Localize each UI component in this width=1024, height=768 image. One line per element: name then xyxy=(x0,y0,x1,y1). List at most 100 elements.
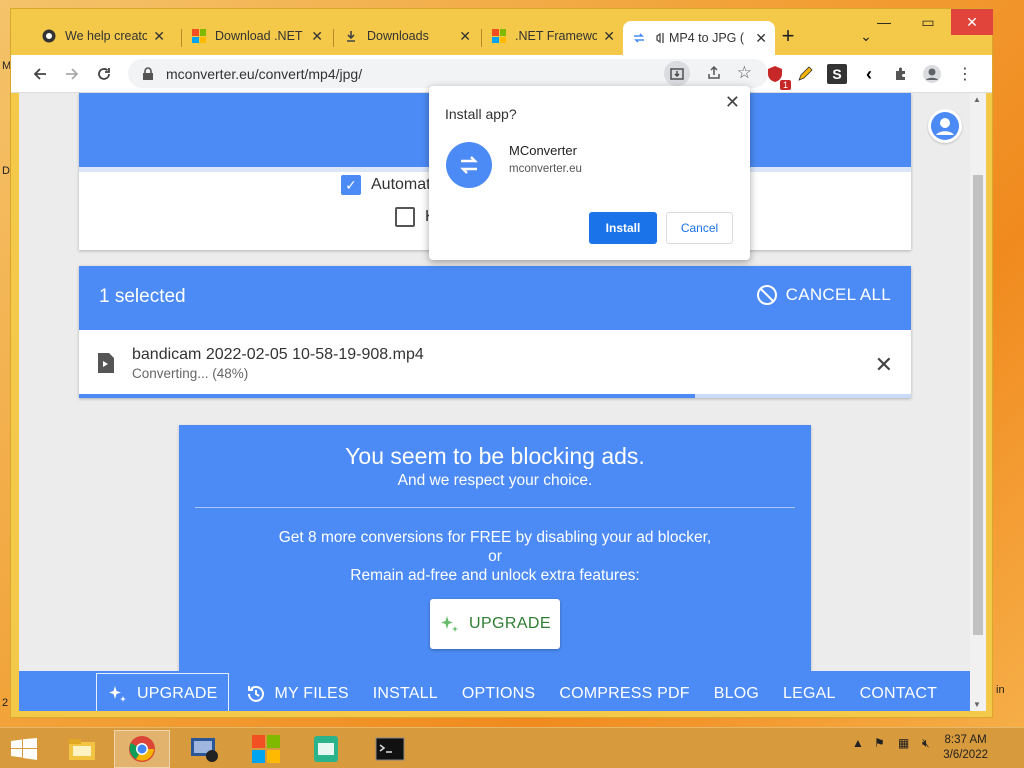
reload-button[interactable] xyxy=(92,62,116,86)
tab-downloads[interactable]: Downloads ✕ xyxy=(335,21,479,51)
nav-contact[interactable]: CONTACT xyxy=(860,685,938,703)
desktop-label-2: 2 xyxy=(2,697,9,709)
close-icon[interactable]: ✕ xyxy=(603,28,615,45)
dialog-title: Install app? xyxy=(445,106,517,122)
install-button[interactable]: Install xyxy=(589,212,657,244)
checkbox-unchecked-icon[interactable] xyxy=(395,207,415,227)
minimize-button[interactable]: — xyxy=(863,9,905,35)
clock-time: 8:37 AM xyxy=(944,734,987,746)
nav-my-files[interactable]: MY FILES xyxy=(245,683,349,705)
cancel-circle-icon xyxy=(756,285,777,305)
windows-taskbar: ▲ ⚑ ▦ 🔇︎ 8:37 AM 3/6/2022 xyxy=(0,727,1024,768)
desktop-label-in: in xyxy=(996,684,1005,696)
install-app-dialog: Install app? ✕ MConverter mconverter.eu … xyxy=(429,86,750,260)
app-url: mconverter.eu xyxy=(509,163,582,175)
adblock-subtitle: And we respect your choice. xyxy=(397,472,593,489)
scroll-down-arrow-icon[interactable]: ▼ xyxy=(973,700,981,709)
forward-button[interactable] xyxy=(60,62,84,86)
url-text: mconverter.eu/convert/mp4/jpg/ xyxy=(166,65,363,82)
taskbar-clock[interactable]: 8:37 AM 3/6/2022 xyxy=(943,733,988,763)
bookmark-star-icon[interactable]: ☆ xyxy=(737,63,752,83)
sparkle-icon xyxy=(109,686,126,702)
dialog-close-icon[interactable]: ✕ xyxy=(725,92,740,113)
action-center-flag-icon[interactable]: ⚑ xyxy=(874,736,885,750)
nav-options[interactable]: OPTIONS xyxy=(462,685,535,703)
checkbox-checked-icon[interactable]: ✓ xyxy=(341,175,361,195)
nav-upgrade-label: UPGRADE xyxy=(137,685,218,702)
upgrade-button[interactable]: UPGRADE xyxy=(430,599,560,649)
new-tab-button[interactable]: + xyxy=(767,23,809,49)
upgrade-label: UPGRADE xyxy=(469,615,551,632)
tab-mp4-to-jpg[interactable]: MP4 to JPG ( ✕ xyxy=(623,21,775,55)
close-icon[interactable]: ✕ xyxy=(459,28,471,45)
file-name: bandicam 2022-02-05 10-58-19-908.mp4 xyxy=(132,346,424,363)
bottom-navigation: UPGRADE MY FILES INSTALL OPTIONS COMPRES… xyxy=(19,671,970,711)
microsoft-icon xyxy=(491,28,507,44)
adblock-line2: or xyxy=(488,548,502,565)
nav-legal[interactable]: LEGAL xyxy=(783,685,836,703)
lock-icon[interactable] xyxy=(142,66,156,81)
adblock-title: You seem to be blocking ads. xyxy=(345,443,645,469)
tab-title: We help creato xyxy=(65,29,148,43)
adblock-line3: Remain ad-free and unlock extra features… xyxy=(350,567,640,584)
microsoft-icon xyxy=(191,28,207,44)
install-app-icon[interactable] xyxy=(664,61,690,86)
extensions-puzzle-icon[interactable] xyxy=(891,64,911,84)
option-automatic[interactable]: ✓ Automat xyxy=(341,175,431,195)
menu-kebab-icon[interactable]: ⋮ xyxy=(955,64,975,84)
windows-start-icon[interactable] xyxy=(10,738,38,760)
github-icon xyxy=(41,28,57,44)
tab-github[interactable]: We help creato ✕ xyxy=(33,21,173,51)
taskbar-chrome-icon[interactable] xyxy=(114,730,170,768)
app-name: MConverter xyxy=(509,143,577,158)
network-icon[interactable]: ▦ xyxy=(898,736,909,750)
nav-my-files-label: MY FILES xyxy=(274,685,349,702)
share-icon[interactable] xyxy=(706,65,722,86)
volume-muted-icon[interactable]: 🔇︎ xyxy=(922,736,930,751)
download-icon xyxy=(343,28,359,44)
taskbar-video-app-icon[interactable] xyxy=(176,730,232,768)
tray-overflow-chevron-icon[interactable]: ▲ xyxy=(852,736,864,750)
extension-shield-icon[interactable]: 1 xyxy=(765,64,791,90)
cancel-all-button[interactable]: CANCEL ALL xyxy=(756,284,891,306)
adblock-line1: Get 8 more conversions for FREE by disab… xyxy=(278,529,712,546)
history-icon xyxy=(247,685,264,702)
close-icon[interactable]: ✕ xyxy=(755,30,767,47)
cancel-all-label: CANCEL ALL xyxy=(785,285,891,304)
tab-title: Download .NET xyxy=(215,29,303,43)
nav-install[interactable]: INSTALL xyxy=(373,685,438,703)
selected-files-card: 1 selected CANCEL ALL bandicam 2022-02-0… xyxy=(79,266,911,398)
adblock-notice: You seem to be blocking ads. And we resp… xyxy=(179,425,811,685)
pencil-extension-icon[interactable] xyxy=(795,64,815,84)
selected-count: 1 selected xyxy=(99,286,186,307)
tab-net-framework[interactable]: .NET Framewor ✕ xyxy=(483,21,623,51)
profile-icon[interactable] xyxy=(922,64,942,84)
file-row: bandicam 2022-02-05 10-58-19-908.mp4 Con… xyxy=(79,330,911,394)
address-bar[interactable]: mconverter.eu/convert/mp4/jpg/ ☆ xyxy=(128,59,768,88)
tab-download-net[interactable]: Download .NET ✕ xyxy=(183,21,331,51)
nav-compress-pdf[interactable]: COMPRESS PDF xyxy=(559,685,689,703)
close-icon[interactable]: ✕ xyxy=(153,28,165,45)
adblock-divider xyxy=(195,507,795,508)
close-icon[interactable]: ✕ xyxy=(311,28,323,45)
maximize-button[interactable]: ▭ xyxy=(907,9,949,35)
scrollbar-thumb[interactable] xyxy=(973,175,983,635)
cancel-button[interactable]: Cancel xyxy=(666,212,733,244)
nav-upgrade[interactable]: UPGRADE xyxy=(96,673,229,711)
conversion-progress-bar xyxy=(79,394,911,398)
scroll-up-arrow-icon[interactable]: ▲ xyxy=(973,95,981,104)
back-button[interactable] xyxy=(28,62,52,86)
page-scrollbar[interactable]: ▲ ▼ xyxy=(970,93,986,711)
taskbar-file-explorer-icon[interactable] xyxy=(54,730,110,768)
nav-blog[interactable]: BLOG xyxy=(714,685,759,703)
back-arrow-extension-icon[interactable]: ‹ xyxy=(859,64,879,84)
taskbar-store-icon[interactable] xyxy=(238,730,294,768)
account-avatar-icon[interactable] xyxy=(928,109,962,143)
s-extension-icon[interactable]: S xyxy=(827,64,847,84)
selected-header: 1 selected CANCEL ALL xyxy=(79,266,911,330)
remove-file-close-icon[interactable]: ✕ xyxy=(875,352,893,378)
clock-date: 3/6/2022 xyxy=(943,749,988,761)
taskbar-jpg-app-icon[interactable] xyxy=(298,730,354,768)
window-close-button[interactable]: ✕ xyxy=(951,9,993,35)
taskbar-cmd-icon[interactable] xyxy=(362,730,418,768)
